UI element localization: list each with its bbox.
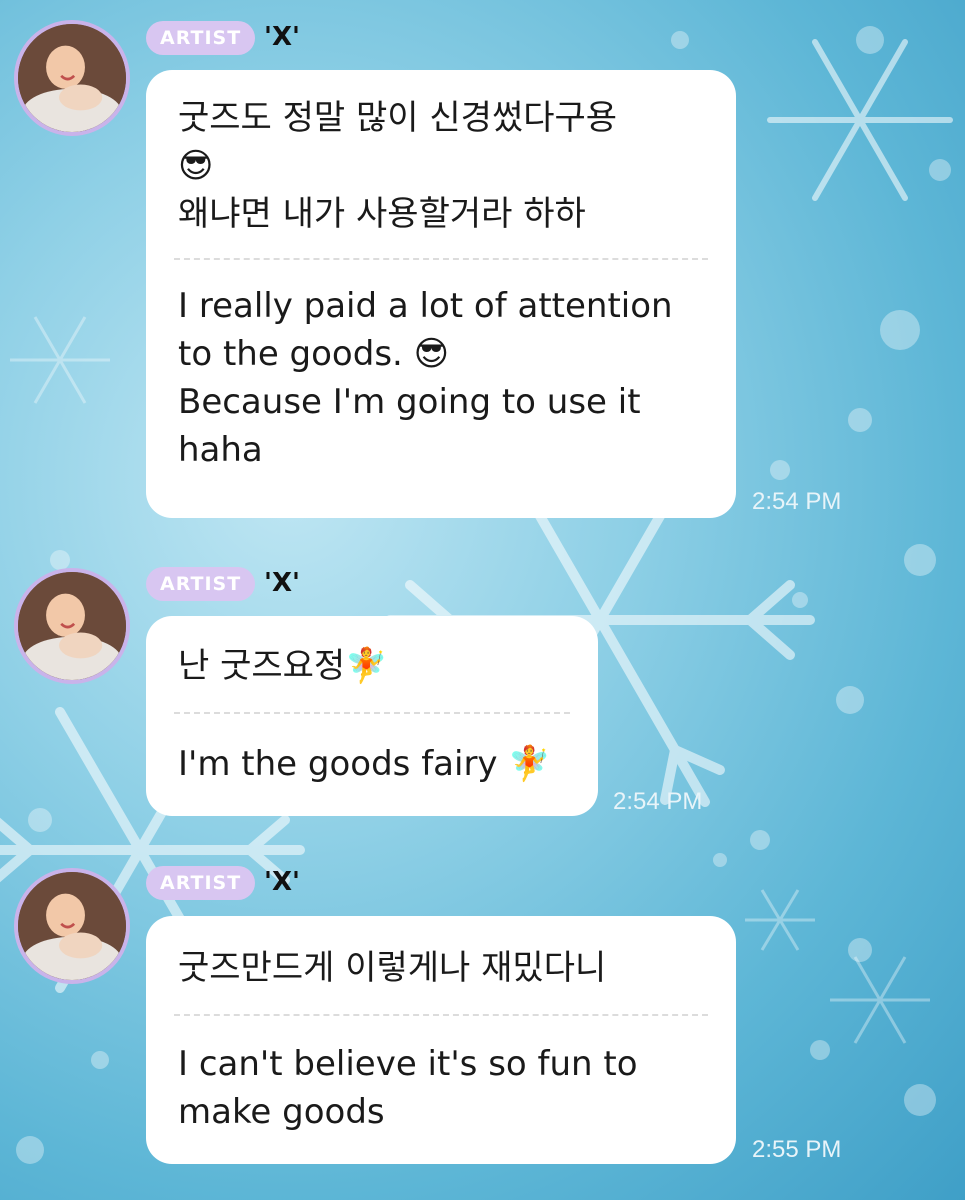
message-line: 굿즈만드게 이렇게나 재밌다니 [178, 948, 607, 988]
message-line: 굿즈도 정말 많이 신경썼다구용 [178, 98, 618, 138]
timestamp: 2:54 PM [613, 788, 703, 815]
message-bubble[interactable]: 굿즈만드게 이렇게나 재밌다니 I can't believe it's so … [146, 916, 736, 1164]
message-bubble[interactable]: 굿즈도 정말 많이 신경썼다구용 😎 왜냐면 내가 사용할거라 하하 I rea… [146, 70, 736, 518]
message-line: 왜냐면 내가 사용할거라 하하 [178, 194, 586, 234]
english-text: I'm the goods fairy 🧚 [178, 714, 566, 788]
english-text: I can't believe it's so fun to make good… [178, 1016, 704, 1136]
sender-name: 'X' [264, 22, 300, 52]
emoji-icon: 😎 [178, 146, 214, 186]
avatar[interactable] [14, 568, 130, 684]
message-bubble[interactable]: 난 굿즈요정🧚 I'm the goods fairy 🧚 [146, 616, 598, 816]
message-line: Because I'm going to use it [178, 382, 641, 422]
artist-badge: ARTIST [146, 866, 256, 900]
korean-text: 굿즈만드게 이렇게나 재밌다니 [178, 916, 704, 1014]
korean-text: 굿즈도 정말 많이 신경썼다구용 😎 왜냐면 내가 사용할거라 하하 [178, 70, 704, 258]
message-line: make goods [178, 1092, 385, 1132]
artist-badge: ARTIST [146, 21, 256, 55]
message-line: haha [178, 430, 263, 470]
english-text: I really paid a lot of attention to the … [178, 260, 704, 474]
sender-name: 'X' [264, 568, 300, 598]
timestamp: 2:55 PM [752, 1136, 842, 1163]
message-line: 난 굿즈요정🧚 [178, 646, 388, 686]
sender-name: 'X' [264, 867, 300, 897]
baby-photo-icon [18, 872, 126, 980]
timestamp: 2:54 PM [752, 488, 842, 515]
baby-photo-icon [18, 572, 126, 680]
artist-badge: ARTIST [146, 567, 256, 601]
message-line: I'm the goods fairy 🧚 [178, 744, 551, 784]
message-line: I can't believe it's so fun to [178, 1044, 638, 1084]
message-line: to the goods. 😎 [178, 334, 450, 374]
korean-text: 난 굿즈요정🧚 [178, 616, 566, 712]
message-line: I really paid a lot of attention [178, 286, 673, 326]
avatar[interactable] [14, 20, 130, 136]
avatar[interactable] [14, 868, 130, 984]
baby-photo-icon [18, 24, 126, 132]
